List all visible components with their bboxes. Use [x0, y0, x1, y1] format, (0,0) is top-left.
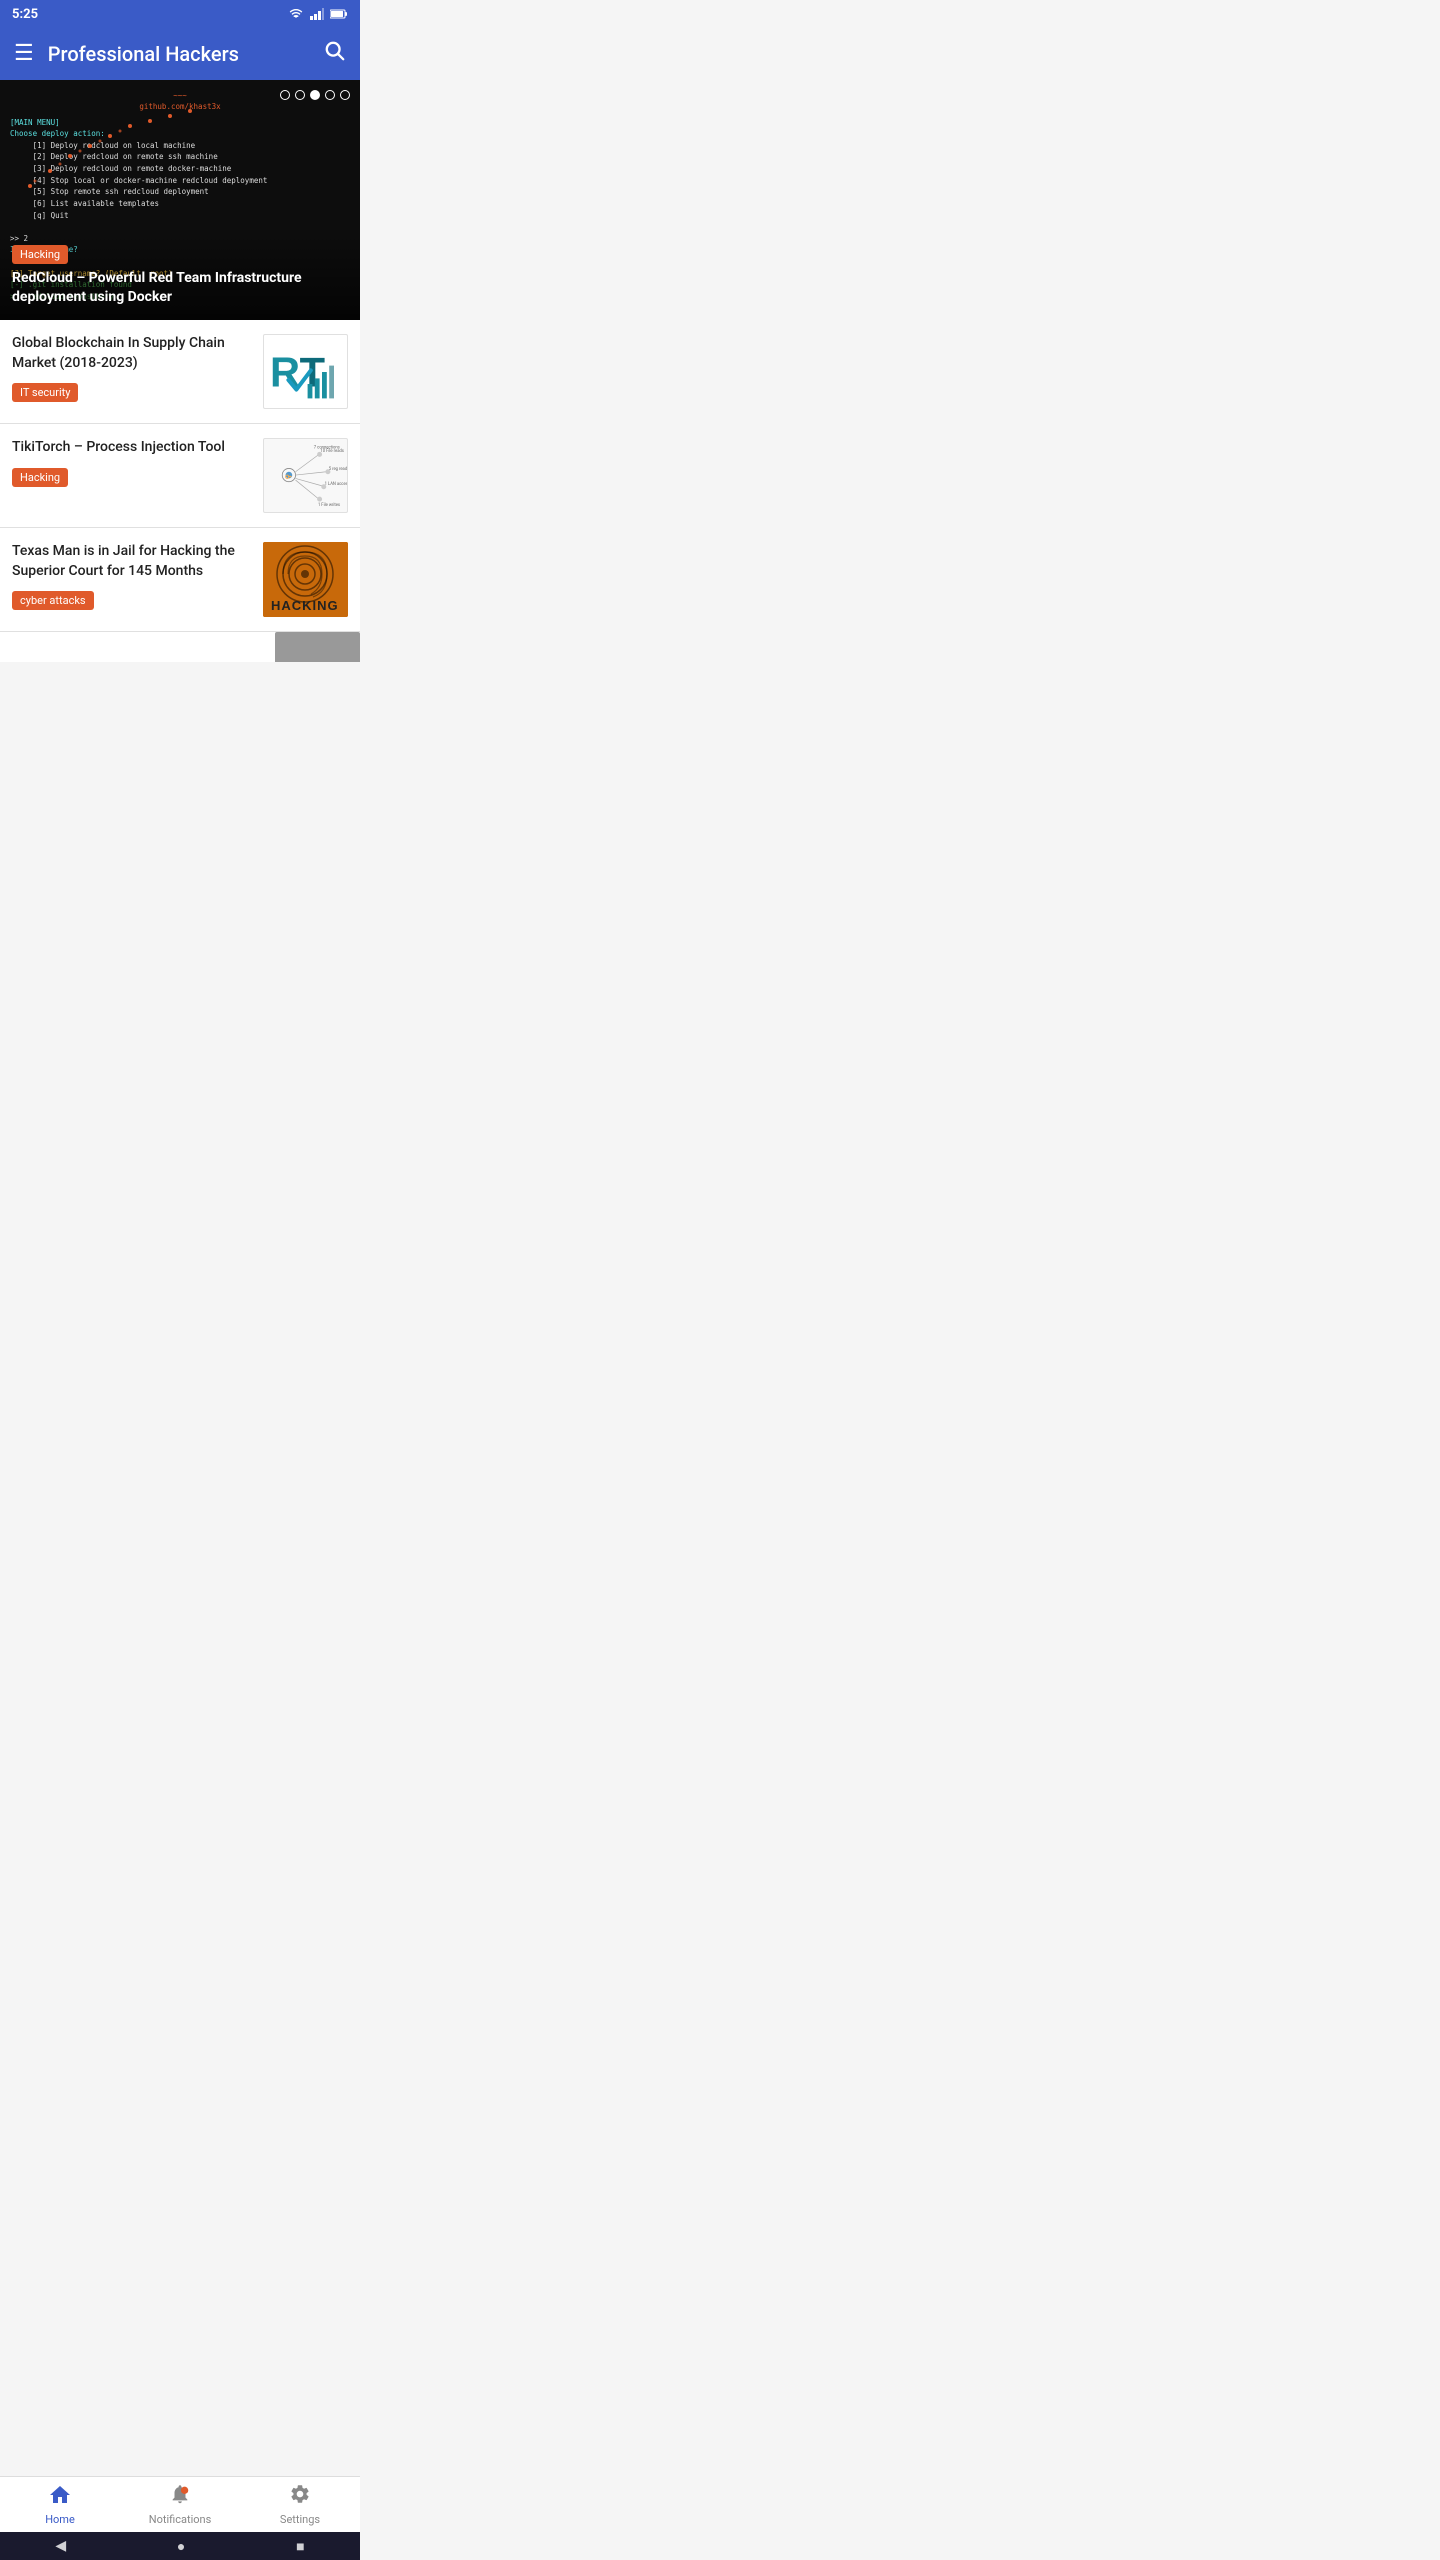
bell-svg-icon: [169, 2483, 191, 2505]
back-button[interactable]: ◀: [55, 2538, 66, 2554]
rt-logo-icon: R T: [266, 337, 346, 407]
android-nav: ◀ ● ■: [0, 2532, 360, 2560]
article-item-3[interactable]: Texas Man is in Jail for Hacking the Sup…: [0, 528, 360, 632]
partial-item-thumb: [275, 632, 360, 662]
svg-text:1 File writes: 1 File writes: [318, 503, 340, 508]
svg-text:7 connections: 7 connections: [314, 446, 340, 451]
svg-text:5 reg reads: 5 reg reads: [329, 467, 347, 472]
home-label: Home: [45, 2513, 75, 2526]
article-item-2[interactable]: TikiTorch – Process Injection Tool Hacki…: [0, 424, 360, 528]
hero-banner[interactable]: ~~~github.com/khast3x [MAIN MENU] Choose…: [0, 80, 360, 320]
recent-apps-button[interactable]: ■: [296, 2538, 304, 2555]
dot-1: [280, 90, 290, 100]
search-button[interactable]: [324, 40, 346, 68]
nav-settings[interactable]: Settings: [240, 2477, 360, 2532]
article-thumb-3: HACKING: [263, 542, 348, 617]
dot-2: [295, 90, 305, 100]
app-bar: ☰ Professional Hackers: [0, 28, 360, 80]
article-thumb-2: 10 File reads 5 reg reads 1 LAN access 1…: [263, 438, 348, 513]
menu-button[interactable]: ☰: [14, 43, 34, 65]
svg-text:HACKING: HACKING: [271, 598, 339, 613]
home-icon: [48, 2483, 72, 2511]
article-title-3: Texas Man is in Jail for Hacking the Sup…: [12, 542, 253, 581]
status-icons: [288, 8, 348, 20]
nav-home[interactable]: Home: [0, 2477, 120, 2532]
bottom-nav: Home Notifications Settings: [0, 2476, 360, 2532]
article-text-2: TikiTorch – Process Injection Tool Hacki…: [12, 438, 253, 487]
article-item-1[interactable]: Global Blockchain In Supply Chain Market…: [0, 320, 360, 424]
article-tag-2: Hacking: [12, 468, 68, 487]
article-list: Global Blockchain In Supply Chain Market…: [0, 320, 360, 662]
hero-overlay: Hacking RedCloud – Powerful Red Team Inf…: [0, 235, 360, 320]
svg-text:1 LAN access: 1 LAN access: [325, 482, 347, 487]
article-thumb-1: R T: [263, 334, 348, 409]
hero-title: RedCloud – Powerful Red Team Infrastruct…: [12, 269, 348, 308]
home-android-button[interactable]: ●: [177, 2538, 185, 2555]
battery-icon: [330, 9, 348, 19]
signal-icon: [310, 8, 324, 20]
dot-3: [310, 90, 320, 100]
nav-notifications[interactable]: Notifications: [120, 2477, 240, 2532]
article-text-3: Texas Man is in Jail for Hacking the Sup…: [12, 542, 253, 610]
home-svg-icon: [48, 2483, 72, 2505]
gear-svg-icon: [289, 2483, 311, 2505]
article-tag-1: IT security: [12, 383, 78, 402]
app-title: Professional Hackers: [48, 42, 324, 66]
article-text-1: Global Blockchain In Supply Chain Market…: [12, 334, 253, 402]
settings-icon: [289, 2483, 311, 2511]
notifications-label: Notifications: [149, 2513, 212, 2526]
hacking-thumb-icon: HACKING: [263, 542, 348, 617]
article-title-2: TikiTorch – Process Injection Tool: [12, 438, 253, 458]
settings-label: Settings: [280, 2513, 320, 2526]
status-bar: 5:25: [0, 0, 360, 28]
status-time: 5:25: [12, 7, 38, 22]
hero-tag: Hacking: [12, 245, 68, 264]
wifi-icon: [288, 8, 304, 20]
article-tag-3: cyber attacks: [12, 591, 94, 610]
hero-dots: [280, 90, 350, 100]
notifications-icon: [169, 2483, 191, 2511]
dot-4: [325, 90, 335, 100]
article-title-1: Global Blockchain In Supply Chain Market…: [12, 334, 253, 373]
dot-5: [340, 90, 350, 100]
tikitorch-diagram-icon: 10 File reads 5 reg reads 1 LAN access 1…: [264, 438, 347, 513]
